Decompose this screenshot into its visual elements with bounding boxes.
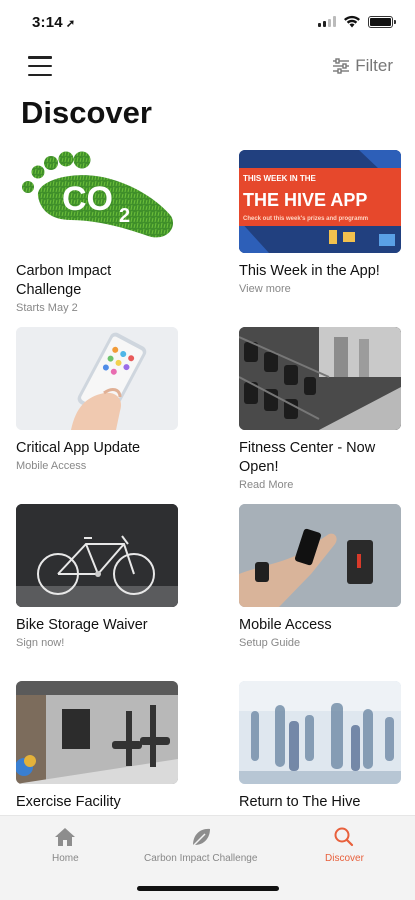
- card-mobile-access[interactable]: Mobile Access Setup Guide: [239, 504, 401, 649]
- card-title: Critical App Update: [16, 440, 141, 456]
- status-time: 3:14 ➚: [32, 14, 75, 31]
- card-exercise-facility[interactable]: Exercise Facility: [16, 681, 178, 814]
- card-critical-app-update[interactable]: Critical App Update Mobile Access: [16, 327, 178, 472]
- status-icons: [318, 15, 396, 28]
- gym-room-graphic: [16, 681, 178, 784]
- status-bar: 3:14 ➚: [0, 0, 415, 44]
- card-subtitle: Starts May 2: [16, 302, 78, 314]
- tab-discover[interactable]: Discover: [325, 826, 364, 864]
- card-title: Fitness Center - Now Open!: [239, 440, 376, 475]
- leaf-icon: [192, 828, 210, 847]
- bicycle-graphic: [16, 504, 178, 607]
- wifi-icon: [344, 15, 360, 28]
- card-title: This Week in the App!: [239, 263, 380, 279]
- phone-hand-graphic: [16, 327, 178, 430]
- hive-banner-graphic: THIS WEEK IN THE THE HIVE APP Check out …: [239, 150, 401, 253]
- card-title: Return to The Hive: [239, 794, 361, 810]
- card-this-week-in-the-app[interactable]: THIS WEEK IN THE THE HIVE APP Check out …: [239, 150, 401, 295]
- clock-text: 3:14: [32, 14, 63, 31]
- card-subtitle: View more: [239, 283, 291, 295]
- dumbbell-graphic: [239, 327, 401, 430]
- card-title: Exercise Facility: [16, 794, 121, 810]
- phone-in-hand-image: [16, 327, 178, 430]
- hamburger-line: [28, 64, 52, 68]
- page-title: Discover: [21, 95, 152, 130]
- footprint-graphic: CO 2: [22, 151, 174, 238]
- busy-lobby-image: [239, 681, 401, 784]
- banner-caption: Check out this week's prizes and program…: [243, 216, 368, 222]
- hive-app-banner-image: THIS WEEK IN THE THE HIVE APP Check out …: [239, 150, 401, 253]
- access-reader-graphic: [239, 504, 401, 607]
- cellular-signal-icon: [318, 16, 336, 27]
- card-fitness-center[interactable]: Fitness Center - Now Open! Read More: [239, 327, 401, 491]
- discover-grid: CO 2 Carbon Impact Challenge Starts May …: [0, 150, 415, 820]
- banner-kicker: THIS WEEK IN THE: [243, 174, 317, 183]
- tab-label: Discover: [325, 853, 364, 864]
- card-subtitle: Setup Guide: [239, 637, 301, 649]
- hamburger-line: [28, 73, 52, 76]
- hamburger-line: [28, 56, 52, 59]
- card-subtitle: Sign now!: [16, 637, 65, 649]
- card-carbon-impact-challenge[interactable]: CO 2 Carbon Impact Challenge Starts May …: [16, 150, 178, 314]
- phone-access-reader-image: [239, 504, 401, 607]
- tab-label: Home: [52, 853, 79, 864]
- card-title: Bike Storage Waiver: [16, 617, 148, 633]
- banner-title: THE HIVE APP: [243, 190, 367, 210]
- card-return-to-the-hive[interactable]: Return to The Hive: [239, 681, 401, 814]
- home-icon: [55, 828, 76, 846]
- dumbbell-rack-image: [239, 327, 401, 430]
- filter-button[interactable]: Filter: [332, 56, 393, 76]
- gym-room-image: [16, 681, 178, 784]
- sliders-icon: [333, 58, 350, 74]
- hamburger-menu-button[interactable]: [28, 56, 52, 76]
- tab-carbon-impact-challenge[interactable]: Carbon Impact Challenge: [144, 826, 257, 864]
- card-title: Carbon Impact Challenge: [16, 263, 112, 298]
- tab-home[interactable]: Home: [52, 826, 79, 864]
- location-arrow-icon: ➚: [65, 18, 76, 30]
- filter-label: Filter: [355, 56, 393, 75]
- top-bar: Filter: [0, 52, 415, 82]
- battery-icon: [368, 15, 396, 28]
- tab-label: Carbon Impact Challenge: [144, 853, 258, 864]
- card-title: Mobile Access: [239, 617, 332, 633]
- card-subtitle: Read More: [239, 479, 294, 491]
- card-subtitle: Mobile Access: [16, 460, 87, 472]
- co2-footprint-image: CO 2: [16, 150, 178, 253]
- co2-logo-subscript: 2: [119, 205, 130, 227]
- home-indicator: [137, 886, 279, 891]
- search-icon: [334, 827, 354, 847]
- co2-logo-text: CO: [62, 180, 113, 218]
- card-bike-storage-waiver[interactable]: Bike Storage Waiver Sign now!: [16, 504, 178, 649]
- lobby-graphic: [239, 681, 401, 784]
- bicycle-image: [16, 504, 178, 607]
